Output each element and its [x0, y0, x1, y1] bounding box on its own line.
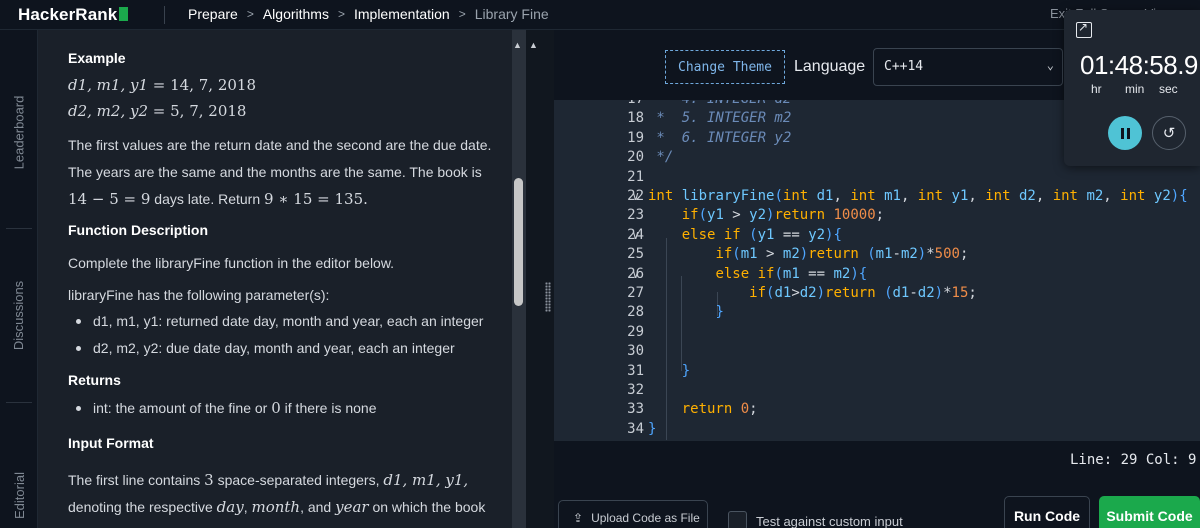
unit-min: min	[1125, 82, 1145, 96]
tab-discussions[interactable]: Discussions	[0, 230, 38, 400]
tab-editorial[interactable]: Editorial	[0, 450, 38, 528]
side-tabs: Leaderboard Discussions Editorial	[0, 30, 38, 528]
breadcrumb: Prepare > Algorithms > Implementation > …	[188, 6, 549, 22]
scrollbar-thumb[interactable]	[514, 178, 523, 306]
chevron-right-icon: >	[246, 7, 254, 21]
timer-widget: 01:48:58.9 hr min sec ↺	[1064, 10, 1200, 166]
line-number: 29	[627, 323, 644, 340]
language-value: C++14	[884, 59, 924, 74]
function-description-heading: Function Description	[68, 222, 208, 238]
line-number: 31	[627, 362, 644, 379]
input-format-heading: Input Format	[68, 435, 154, 451]
problem-scrollbar[interactable]: ▲	[512, 30, 526, 528]
line-number: 23	[627, 207, 644, 224]
code-line: else if (y1 == y2){	[681, 226, 842, 243]
unit-hr: hr	[1091, 82, 1102, 96]
line-number: 33	[627, 401, 644, 418]
custom-input-checkbox[interactable]	[728, 511, 747, 528]
input-format-line-1: The first line contains 3 space-separate…	[68, 471, 469, 489]
submit-code-button[interactable]: Submit Code	[1099, 496, 1200, 528]
resize-grip-icon[interactable]	[545, 282, 551, 312]
parameters-intro: libraryFine has the following parameter(…	[68, 287, 330, 303]
run-code-button[interactable]: Run Code	[1004, 496, 1090, 528]
timer-display: 01:48:58.9	[1080, 50, 1198, 80]
problem-statement-panel: Example d1, m1, y1 = 14, 7, 2018 d2, m2,…	[38, 30, 514, 528]
language-label: Language	[794, 58, 866, 75]
returns-item: int: the amount of the fine or 0 if ther…	[76, 399, 377, 417]
fold-chevron-icon[interactable]: ∨	[632, 228, 639, 242]
code-line: if(d1>d2)return (d1-d2)*15;	[749, 285, 977, 301]
fold-chevron-icon[interactable]: ∨	[632, 189, 639, 203]
panel-splitter[interactable]: ▲	[526, 30, 554, 528]
collapse-up-icon[interactable]: ▲	[529, 40, 538, 50]
line-number: 32	[627, 382, 644, 398]
code-line: }	[681, 362, 691, 379]
unit-sec: sec	[1159, 82, 1178, 96]
line-number: 21	[627, 168, 644, 185]
code-line: * 6. INTEGER y2	[648, 129, 792, 146]
breadcrumb-implementation[interactable]: Implementation	[354, 6, 450, 22]
tab-divider	[6, 402, 32, 403]
reset-icon: ↺	[1162, 125, 1176, 142]
line-number: 18	[627, 110, 644, 127]
logo-green-block	[119, 7, 129, 21]
breadcrumb-prepare[interactable]: Prepare	[188, 6, 238, 22]
code-line: */	[648, 149, 674, 166]
line-number: 19	[627, 129, 644, 146]
code-line: * 5. INTEGER m2	[648, 110, 792, 127]
upload-icon: ⇪	[573, 511, 584, 525]
tab-leaderboard[interactable]: Leaderboard	[0, 40, 38, 225]
code-line: }	[715, 304, 724, 321]
language-select[interactable]: C++14 ⌄	[873, 48, 1063, 86]
chevron-right-icon: >	[458, 7, 466, 21]
code-line: return 0;	[681, 401, 758, 418]
hackerrank-logo[interactable]: HackerRank	[18, 5, 129, 25]
code-line: * 4. INTEGER d2	[648, 100, 791, 107]
explanation-line-1: The first values are the return date and…	[68, 137, 492, 153]
line-number: 27	[627, 285, 644, 301]
code-line: int libraryFine(int d1, int m1, int y1, …	[648, 188, 1188, 204]
line-number: 30	[627, 343, 644, 360]
line-number: 20	[627, 149, 644, 166]
example-heading: Example	[68, 50, 126, 66]
breadcrumb-library-fine: Library Fine	[474, 6, 549, 22]
breadcrumb-algorithms[interactable]: Algorithms	[263, 6, 329, 22]
example-line-2: d2, m2, y2 = 5, 7, 2018	[68, 102, 247, 120]
input-format-line-2: denoting the respective day, month, and …	[68, 498, 486, 516]
code-line: if(m1 > m2)return (m1-m2)*500;	[715, 246, 969, 263]
custom-input-label: Test against custom input	[756, 514, 903, 528]
cursor-position: Line: 29 Col: 9	[1070, 452, 1197, 468]
reset-button[interactable]: ↺	[1152, 116, 1186, 150]
tab-divider	[6, 228, 32, 229]
change-theme-button[interactable]: Change Theme	[665, 50, 785, 84]
function-description-text: Complete the libraryFine function in the…	[68, 255, 395, 271]
pause-button[interactable]	[1108, 116, 1142, 150]
top-navbar: HackerRank Prepare > Algorithms > Implem…	[0, 0, 1200, 30]
chevron-down-icon: ⌄	[1046, 58, 1054, 72]
line-number: 28	[627, 304, 644, 321]
code-line: if(y1 > y2)return 10000;	[681, 207, 885, 224]
code-line: }	[648, 420, 657, 437]
line-number: 17	[598, 100, 644, 107]
returns-heading: Returns	[68, 372, 121, 388]
explanation-line-3: 14 − 5 = 9 days late. Return 9 ∗ 15 = 13…	[68, 190, 368, 208]
line-number: 34	[627, 420, 644, 437]
explanation-line-2: The years are the same and the months ar…	[68, 164, 482, 180]
scroll-up-icon[interactable]: ▲	[513, 40, 522, 50]
nav-divider	[164, 6, 165, 24]
upload-code-button[interactable]: ⇪ Upload Code as File	[558, 500, 708, 528]
expand-icon[interactable]	[1076, 20, 1092, 38]
param-item-1: d1, m1, y1: returned date day, month and…	[76, 313, 483, 329]
code-line: else if(m1 == m2){	[715, 265, 868, 282]
fold-chevron-icon[interactable]: ∨	[632, 267, 639, 281]
chevron-right-icon: >	[337, 7, 345, 21]
param-item-2: d2, m2, y2: due date day, month and year…	[76, 340, 455, 356]
line-number: 25	[627, 246, 644, 263]
example-line-1: d1, m1, y1 = 14, 7, 2018	[68, 76, 256, 94]
